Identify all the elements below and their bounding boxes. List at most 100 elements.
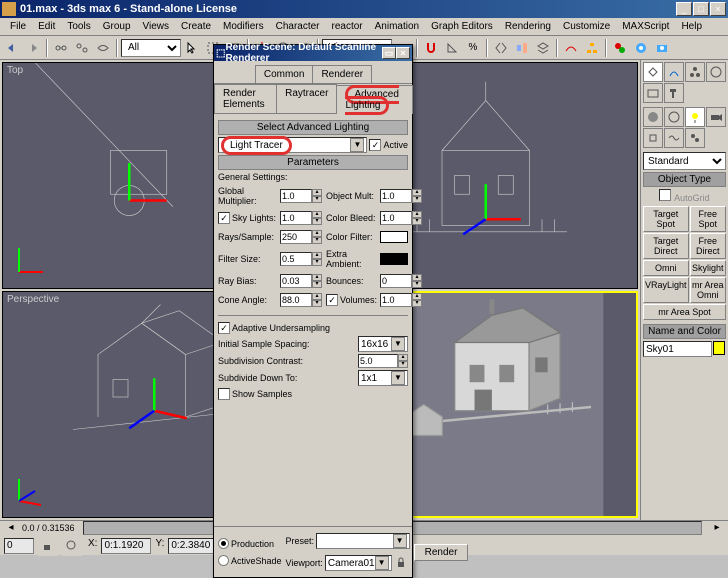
cameras-subtab[interactable] <box>706 107 726 127</box>
tab-common[interactable]: Common <box>255 65 314 83</box>
name-color-header[interactable]: Name and Color <box>643 324 726 339</box>
minimize-button[interactable]: _ <box>676 2 692 16</box>
frame-current-input[interactable] <box>4 538 34 554</box>
spinner-down[interactable]: ▾ <box>412 196 422 203</box>
target-spot-button[interactable]: Target Spot <box>643 206 689 232</box>
spinner-up[interactable]: ▴ <box>312 230 322 237</box>
cone-angle-input[interactable] <box>280 293 312 307</box>
spinner-up[interactable]: ▴ <box>312 211 322 218</box>
color-filter-swatch[interactable] <box>380 231 408 243</box>
curve-editor-button[interactable] <box>561 38 581 58</box>
tab-render-elements[interactable]: Render Elements <box>214 84 277 113</box>
spinner-down[interactable]: ▾ <box>312 300 322 307</box>
volumes-checkbox[interactable]: ✓ <box>326 294 338 306</box>
angle-snap-button[interactable] <box>442 38 462 58</box>
utilities-tab[interactable] <box>664 83 684 103</box>
menu-maxscript[interactable]: MAXScript <box>616 21 675 32</box>
spinner-up[interactable]: ▴ <box>398 354 408 361</box>
object-name-input[interactable] <box>643 341 712 357</box>
ray-bias-input[interactable] <box>280 274 312 288</box>
redo-button[interactable] <box>23 38 43 58</box>
x-coord-input[interactable] <box>101 538 151 554</box>
menu-edit[interactable]: Edit <box>32 21 61 32</box>
layers-button[interactable] <box>533 38 553 58</box>
modify-tab[interactable] <box>664 62 684 82</box>
parameters-header[interactable]: Parameters <box>218 155 408 170</box>
autogrid-checkbox[interactable] <box>659 189 671 201</box>
lighting-type-dropdown[interactable]: Light Tracer ▼ <box>218 137 367 153</box>
spinner-down[interactable]: ▾ <box>398 361 408 368</box>
menu-animation[interactable]: Animation <box>369 21 425 32</box>
select-button[interactable] <box>182 38 202 58</box>
mr-area-omni-button[interactable]: mr Area Omni <box>690 277 726 303</box>
create-tab[interactable] <box>643 62 663 82</box>
menu-help[interactable]: Help <box>675 21 708 32</box>
viewport-dropdown[interactable]: Camera01▼ <box>325 555 392 571</box>
track-prev-button[interactable]: ◂ <box>4 521 18 535</box>
spinner-down[interactable]: ▾ <box>412 281 422 288</box>
production-radio[interactable] <box>218 538 229 549</box>
maximize-button[interactable]: □ <box>693 2 709 16</box>
object-color-swatch[interactable] <box>713 341 725 355</box>
subdiv-contrast-input[interactable] <box>358 354 398 368</box>
shapes-subtab[interactable] <box>664 107 684 127</box>
extra-ambient-swatch[interactable] <box>380 253 408 265</box>
menu-customize[interactable]: Customize <box>557 21 616 32</box>
menu-character[interactable]: Character <box>270 21 326 32</box>
mr-area-spot-button[interactable]: mr Area Spot <box>643 304 726 320</box>
spinner-up[interactable]: ▴ <box>412 293 422 300</box>
selection-filter-combo[interactable]: All <box>121 39 181 57</box>
spinner-down[interactable]: ▾ <box>312 237 322 244</box>
quick-render-button[interactable] <box>652 38 672 58</box>
dialog-close-button[interactable]: × <box>396 47 410 59</box>
omni-button[interactable]: Omni <box>643 260 689 276</box>
spinner-up[interactable]: ▴ <box>312 252 322 259</box>
lock-viewport-button[interactable] <box>394 555 410 571</box>
menu-file[interactable]: File <box>4 21 32 32</box>
lights-subtab[interactable] <box>685 107 705 127</box>
menu-grapheditors[interactable]: Graph Editors <box>425 21 499 32</box>
tab-raytracer[interactable]: Raytracer <box>276 84 337 113</box>
free-direct-button[interactable]: Free Direct <box>690 233 726 259</box>
snap-toggle-button[interactable] <box>421 38 441 58</box>
preset-dropdown[interactable]: ▼ <box>316 533 410 549</box>
spinner-down[interactable]: ▾ <box>312 259 322 266</box>
lock-selection-button[interactable] <box>38 536 58 556</box>
light-category-combo[interactable]: Standard <box>643 152 726 170</box>
spinner-up[interactable]: ▴ <box>312 189 322 196</box>
initial-spacing-dropdown[interactable]: 16x16▼ <box>358 336 408 352</box>
unlink-button[interactable] <box>72 38 92 58</box>
menu-rendering[interactable]: Rendering <box>499 21 557 32</box>
helpers-subtab[interactable] <box>643 128 663 148</box>
menu-tools[interactable]: Tools <box>61 21 96 32</box>
spinner-down[interactable]: ▾ <box>312 218 322 225</box>
bind-spacewarp-button[interactable] <box>93 38 113 58</box>
schematic-view-button[interactable] <box>582 38 602 58</box>
sky-lights-checkbox[interactable]: ✓ <box>218 212 230 224</box>
tab-advanced-lighting[interactable]: Advanced Lighting <box>336 85 413 114</box>
spinner-down[interactable]: ▾ <box>412 300 422 307</box>
render-scene-button[interactable] <box>631 38 651 58</box>
align-button[interactable] <box>512 38 532 58</box>
rays-sample-input[interactable] <box>280 230 312 244</box>
spinner-up[interactable]: ▴ <box>412 189 422 196</box>
volumes-input[interactable] <box>380 293 412 307</box>
mirror-button[interactable] <box>491 38 511 58</box>
menu-group[interactable]: Group <box>97 21 137 32</box>
spinner-up[interactable]: ▴ <box>312 274 322 281</box>
systems-subtab[interactable] <box>685 128 705 148</box>
skylight-button[interactable]: Skylight <box>690 260 726 276</box>
spinner-up[interactable]: ▴ <box>412 274 422 281</box>
spinner-up[interactable]: ▴ <box>412 211 422 218</box>
dialog-title-bar[interactable]: ⬚ Render Scene: Default Scanline Rendere… <box>214 45 412 61</box>
object-mult-input[interactable] <box>380 189 412 203</box>
subdiv-down-dropdown[interactable]: 1x1▼ <box>358 370 408 386</box>
show-samples-checkbox[interactable] <box>218 388 230 400</box>
menu-modifiers[interactable]: Modifiers <box>217 21 270 32</box>
vraylight-button[interactable]: VRayLight <box>643 277 689 303</box>
dialog-dock-button[interactable]: ▭ <box>382 47 396 59</box>
percent-snap-button[interactable]: % <box>463 38 483 58</box>
motion-tab[interactable] <box>706 62 726 82</box>
adaptive-checkbox[interactable]: ✓ <box>218 322 230 334</box>
menu-reactor[interactable]: reactor <box>326 21 369 32</box>
